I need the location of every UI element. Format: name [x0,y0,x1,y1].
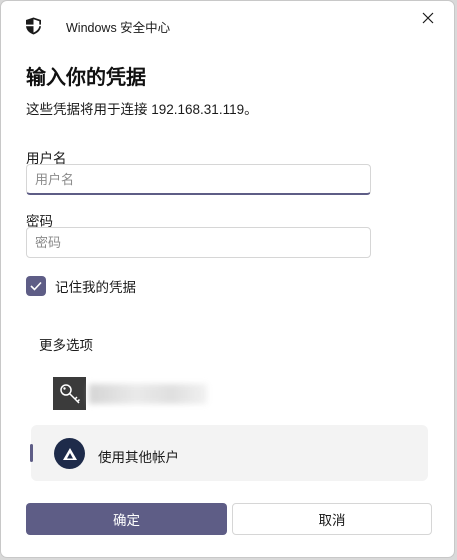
dialog-subtitle: 这些凭据将用于连接 192.168.31.119。 [26,102,258,117]
remember-credentials-option[interactable]: 记住我的凭据 [26,275,136,297]
remember-checkbox[interactable] [26,276,46,296]
redacted-account-name [89,384,207,404]
checkmark-icon [30,281,42,291]
shield-icon [25,17,42,35]
selection-indicator [30,444,33,462]
account-avatar-icon [54,438,85,469]
dialog-heading: 输入你的凭据 [26,67,146,89]
title-bar: Windows 安全中心 [1,1,454,49]
cancel-button[interactable]: 取消 [232,503,432,535]
close-icon [422,11,434,29]
ok-button[interactable]: 确定 [26,503,227,535]
app-title: Windows 安全中心 [66,21,171,35]
credentials-dialog: Windows 安全中心 输入你的凭据 这些凭据将用于连接 192.168.31… [0,0,455,558]
more-options-link[interactable]: 更多选项 [39,334,93,354]
key-icon [53,377,86,410]
saved-account-item[interactable] [53,377,213,411]
use-other-account-label: 使用其他帐户 [98,450,179,465]
username-input[interactable] [26,164,371,195]
password-input[interactable] [26,227,371,258]
remember-label: 记住我的凭据 [55,280,136,295]
close-button[interactable] [414,9,442,31]
use-other-account-item[interactable]: 使用其他帐户 [30,425,428,481]
